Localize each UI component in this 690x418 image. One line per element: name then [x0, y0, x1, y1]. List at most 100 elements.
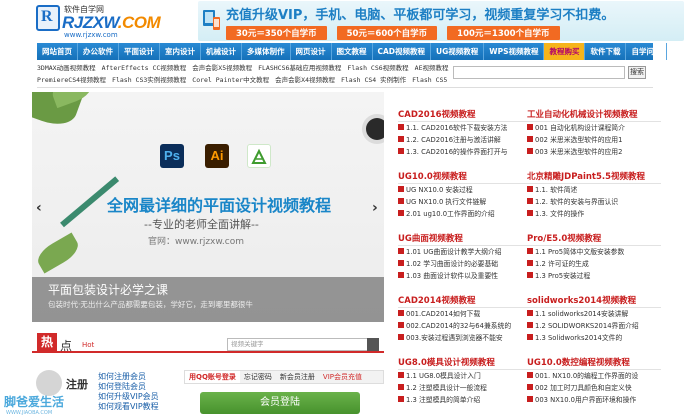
course-lesson-link[interactable]: 1.1. CAD2016软件下载安装方法 [398, 123, 532, 134]
course-lesson-link[interactable]: 1.1. 软件简述 [527, 185, 661, 196]
price-tag[interactable]: 100元＝1300个自学币 [447, 26, 560, 40]
search-button[interactable]: 搜索 [628, 66, 646, 79]
course-block-title[interactable]: 工业自动化机械设计视频教程 [527, 108, 661, 122]
video-search-input[interactable]: 视频关键字 [227, 338, 377, 351]
nav-item[interactable]: 办公软件 [78, 43, 119, 60]
quick-link[interactable]: 会声会影X5视频教程 [192, 63, 252, 74]
lesson-label: 1.01 UG曲面设计教学大纲介绍 [406, 248, 502, 256]
search-input[interactable] [453, 66, 625, 79]
course-lesson-link[interactable]: 003.安装过程遇到浏览器不能安 [398, 333, 532, 344]
course-lesson-link[interactable]: 1.2 注塑模具设计一般流程 [398, 383, 532, 394]
member-login-button[interactable]: 会员登陆 [200, 392, 360, 414]
quick-link[interactable]: Flash CS4 实例制作 [341, 75, 406, 86]
course-lesson-link[interactable]: 1.2 许可证的生成 [527, 259, 661, 270]
bullet-icon [398, 372, 404, 378]
quick-link[interactable]: 会声会影X4视频教程 [275, 75, 335, 86]
course-block-title[interactable]: CAD2016视频教程 [398, 108, 532, 122]
bullet-icon [398, 198, 404, 204]
quick-link[interactable]: FLASHCS6基础应用视频教程 [258, 63, 341, 74]
quick-link[interactable]: Flash CS6视频教程 [347, 63, 408, 74]
nav-item[interactable]: 多媒体制作 [242, 43, 291, 60]
course-block-title[interactable]: UG10.0数控编程视频教程 [527, 356, 661, 370]
course-block-title[interactable]: UG10.0视频教程 [398, 170, 532, 184]
course-lesson-link[interactable]: 1.3 注塑模具的简单介绍 [398, 395, 532, 406]
course-lesson-link[interactable]: 002 米思米选型软件的应用1 [527, 135, 661, 146]
site-logo[interactable]: R 软件自学网 RJZXW.COM www.rjzxw.com [36, 4, 196, 39]
help-link[interactable]: 如何登陆会员 [98, 382, 159, 392]
course-lesson-link[interactable]: 1.3. CAD2016的操作界面打开与 [398, 147, 532, 158]
bullet-icon [398, 124, 404, 130]
course-lesson-link[interactable]: 002 加工时刀具颜色和自定义快 [527, 383, 661, 394]
course-block-title[interactable]: CAD2014视频教程 [398, 294, 532, 308]
help-link[interactable]: 如何升级VIP会员 [98, 392, 159, 402]
course-block-title[interactable]: Pro/E5.0视频教程 [527, 232, 661, 246]
nav-item[interactable]: 教程购买 [544, 43, 586, 60]
quick-link[interactable]: Flash CS5 [412, 75, 447, 86]
nav-item[interactable]: 网页设计 [291, 43, 332, 60]
quick-link[interactable]: PremiereCS4视频教程 [37, 75, 106, 86]
tab-vip-recharge[interactable]: VIP会员充值 [319, 371, 366, 383]
course-lesson-link[interactable]: 1.1 UG8.0模具设计入门 [398, 371, 532, 382]
course-lesson-link[interactable]: 1.1 Pro5简体中文版安装参数 [527, 247, 661, 258]
nav-item[interactable]: 机械设计 [201, 43, 242, 60]
course-lesson-link[interactable]: 1.01 UG曲面设计教学大纲介绍 [398, 247, 532, 258]
course-lesson-link[interactable]: 002.CAD2014的32与64兼系统的 [398, 321, 532, 332]
lesson-label: 003.安装过程遇到浏览器不能安 [406, 334, 503, 342]
course-lesson-link[interactable]: 1.03 曲面设计软件以及重要性 [398, 271, 532, 282]
quick-link[interactable]: Flash CS3实例视频教程 [112, 75, 186, 86]
carousel-next-icon[interactable]: › [372, 200, 378, 216]
course-lesson-link[interactable]: 2.01 ug10.0工作界面的介绍 [398, 209, 532, 220]
lesson-label: UG NX10.0 安装过程 [406, 186, 473, 194]
course-lesson-link[interactable]: 1.1 solidworks2014安装讲解 [527, 309, 661, 320]
course-lesson-link[interactable]: 001 自动化机构设计课程简介 [527, 123, 661, 134]
price-tag[interactable]: 50元＝600个自学币 [336, 26, 438, 40]
hero-carousel[interactable]: Ps Ai 全网最详细的平面设计视频教程 --专业的老师全面讲解-- 官网：ww… [32, 92, 384, 322]
lesson-label: 1.2 许可证的生成 [535, 260, 589, 268]
nav-item[interactable]: CAD视频教程 [373, 43, 432, 60]
bullet-icon [527, 210, 533, 216]
course-block-title[interactable]: 北京精雕JDPaint5.5视频教程 [527, 170, 661, 184]
lesson-label: 003 米思米选型软件的应用2 [535, 148, 623, 156]
video-search-button[interactable] [367, 338, 379, 351]
quick-link[interactable]: 3DMAX动画视频教程 [37, 63, 96, 74]
nav-item[interactable]: 平面设计 [119, 43, 160, 60]
course-lesson-link[interactable]: 1.3. 文件的操作 [527, 209, 661, 220]
course-block-title[interactable]: UG8.0模具设计视频教程 [398, 356, 532, 370]
caption-title[interactable]: 平面包装设计必学之课 [48, 281, 168, 298]
course-lesson-link[interactable]: 1.2. CAD2016注册与激活讲解 [398, 135, 532, 146]
tab-new-register[interactable]: 新会员注册 [276, 371, 319, 383]
price-tag[interactable]: 30元＝350个自学币 [226, 26, 327, 40]
course-lesson-link[interactable]: UG NX10.0 执行文件链解 [398, 197, 532, 208]
tab-qq-login[interactable]: 用QQ账号登录 [185, 371, 240, 383]
bullet-icon [398, 384, 404, 390]
course-lesson-link[interactable]: 1.3 Solidworks2014文件的 [527, 333, 661, 344]
course-block-title[interactable]: UG曲面视频教程 [398, 232, 532, 246]
nav-item[interactable]: 图文教程 [332, 43, 373, 60]
nav-item[interactable]: 软件下载 [585, 43, 627, 60]
quick-link[interactable]: Corel Painter中文教程 [192, 75, 269, 86]
course-block-title[interactable]: solidworks2014视频教程 [527, 294, 661, 308]
course-lesson-link[interactable]: 1.3 Pro5安装过程 [527, 271, 661, 282]
nav-item[interactable]: UG视频教程 [431, 43, 485, 60]
course-lesson-link[interactable]: 001. NX10.0的编程工作界面的设 [527, 371, 661, 382]
course-lesson-link[interactable]: 003 米思米选型软件的应用2 [527, 147, 661, 158]
course-lesson-link[interactable]: 1.2 SOLIDWORKS2014界面介绍 [527, 321, 661, 332]
quick-link[interactable]: AfterEffects CC视频教程 [102, 63, 187, 74]
course-lesson-link[interactable]: 1.2. 软件的安装与界面认识 [527, 197, 661, 208]
course-block: UG10.0数控编程视频教程 001. NX10.0的编程工作界面的设 002 加工… [527, 356, 661, 406]
help-link[interactable]: 如何注册会员 [98, 372, 159, 382]
quick-link[interactable]: AE视频教程 [415, 63, 449, 74]
course-lesson-link[interactable]: UG NX10.0 安装过程 [398, 185, 532, 196]
vip-promo-banner[interactable]: 充值升级VIP，手机、电脑、平板都可学习，视频重复学习不扣费。 30元＝350个… [198, 1, 684, 41]
nav-item[interactable]: 网站首页 [37, 43, 78, 60]
carousel-prev-icon[interactable]: ‹ [36, 200, 42, 216]
tab-forgot-password[interactable]: 忘记密码 [240, 371, 276, 383]
help-link[interactable]: 如何观看VIP教程 [98, 402, 159, 412]
nav-item[interactable]: WPS视频教程 [484, 43, 545, 60]
nav-item[interactable]: 自学问吧 [626, 43, 668, 60]
banner-subtitle: --专业的老师全面讲解-- [144, 218, 259, 231]
nav-item[interactable]: 室内设计 [160, 43, 201, 60]
course-lesson-link[interactable]: 1.02 学习曲面设计的必要基础 [398, 259, 532, 270]
course-lesson-link[interactable]: 001.CAD2014如何下载 [398, 309, 532, 320]
course-lesson-link[interactable]: 003 NX10.0用户界面环境和操作 [527, 395, 661, 406]
